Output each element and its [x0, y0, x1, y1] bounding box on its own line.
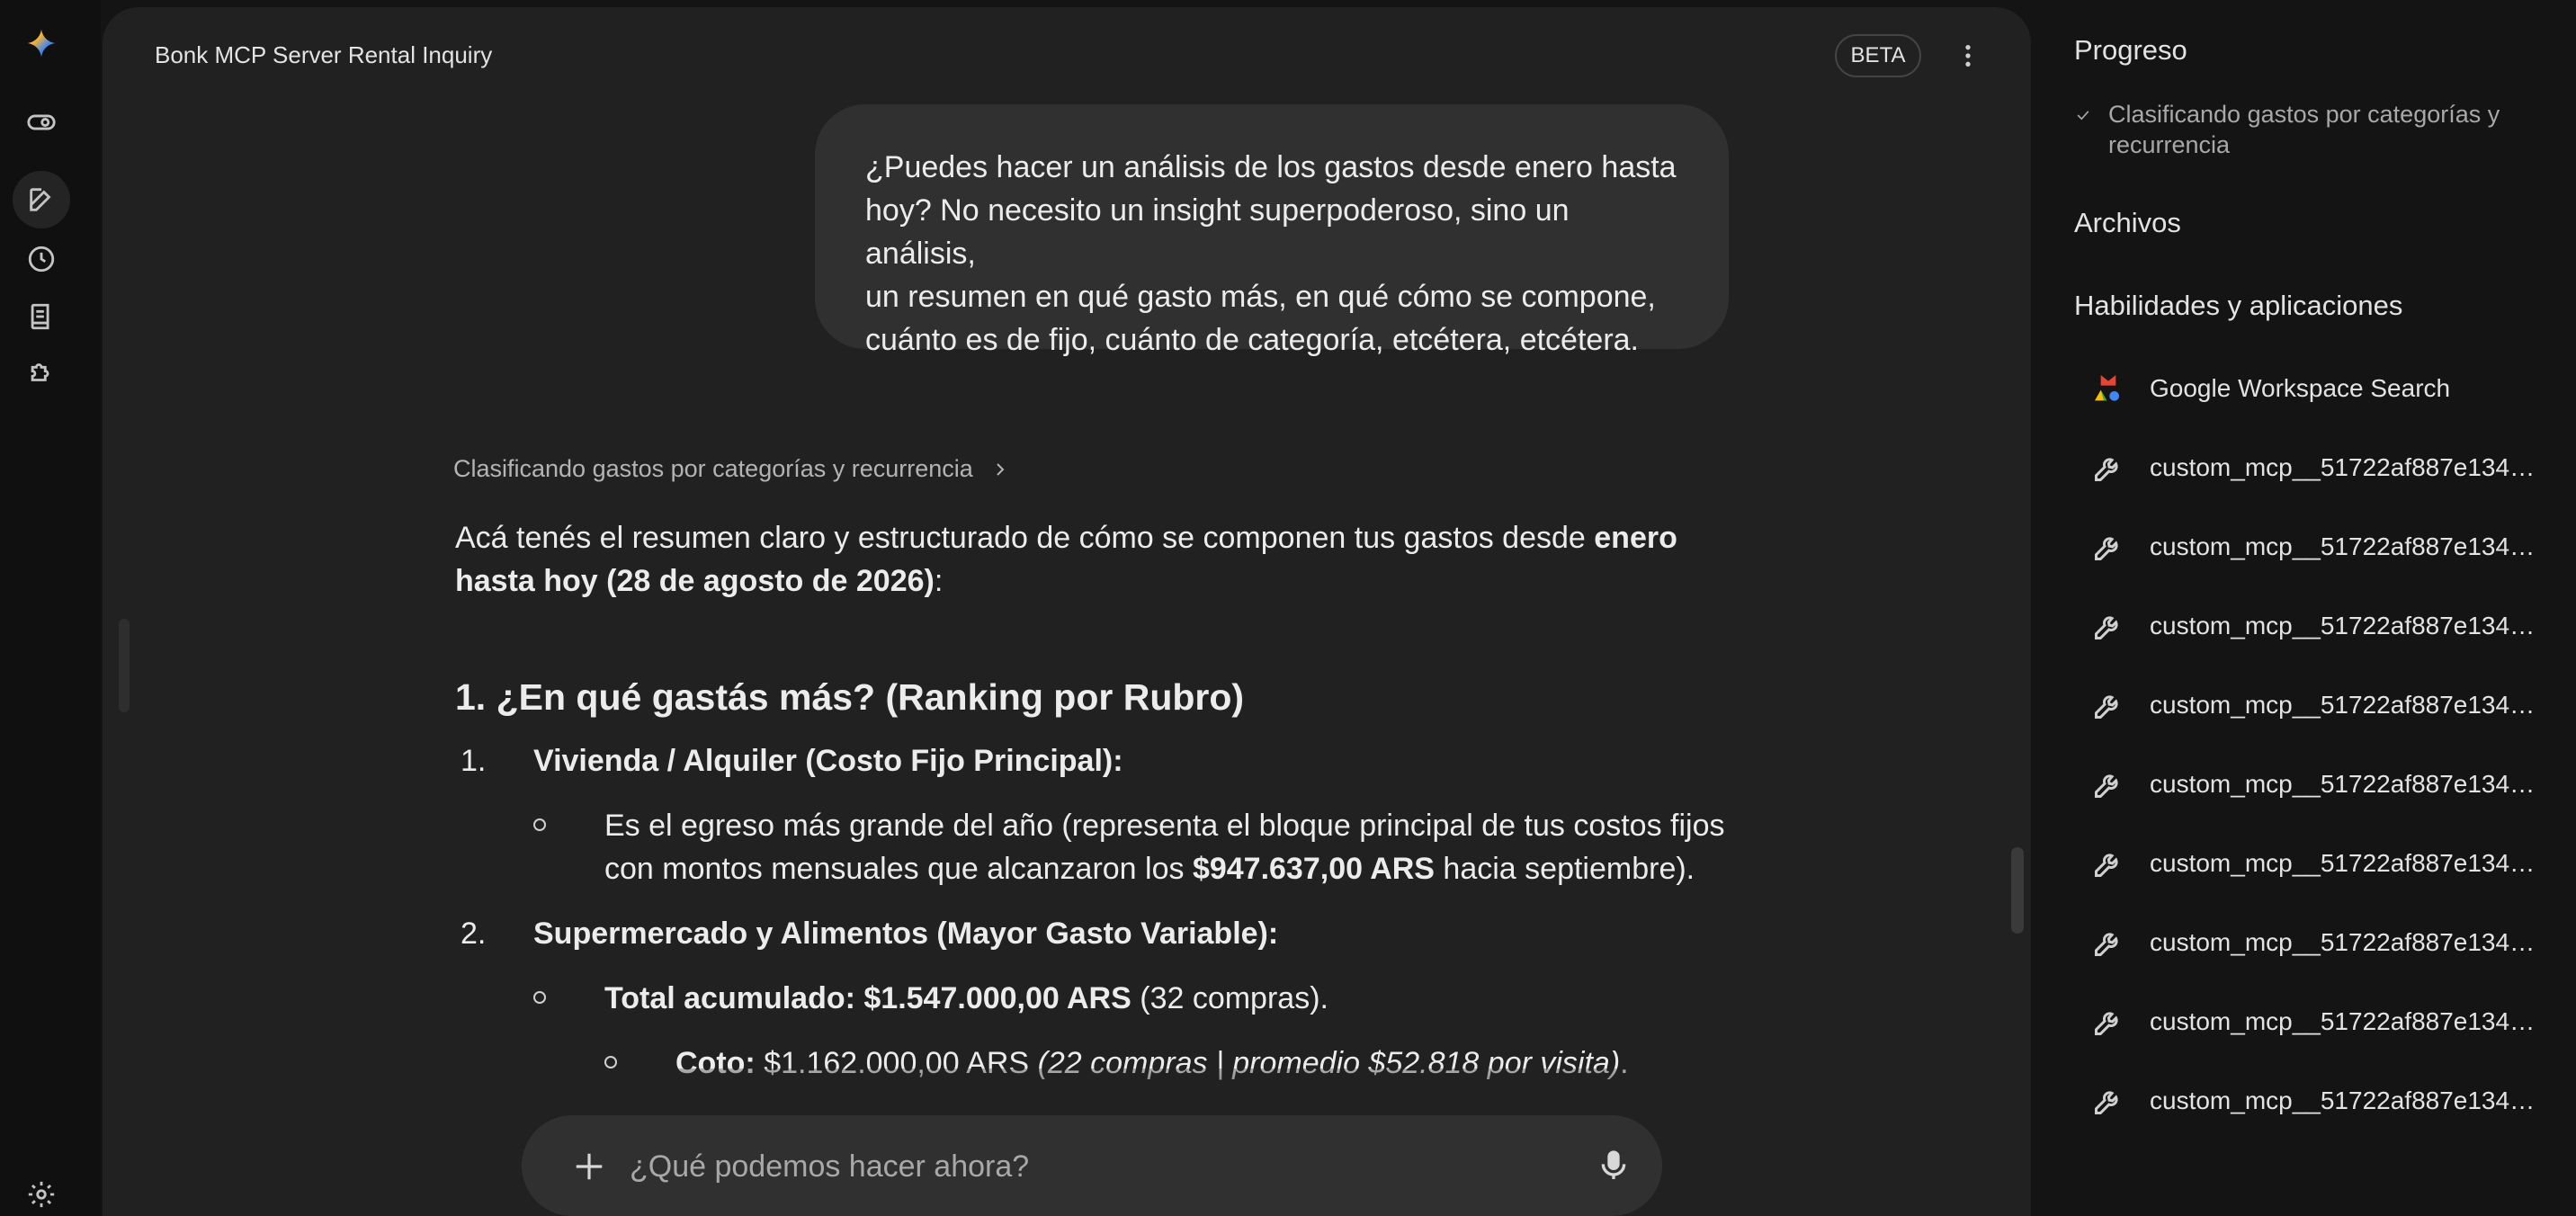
skill-item[interactable]: custom_mcp__51722af887e1345c0...	[2089, 443, 2574, 493]
section-heading: 1. ¿En qué gastás más? (Ranking por Rubr…	[455, 676, 1245, 718]
prompt-input[interactable]: ¿Qué podemos hacer ahora?	[630, 1149, 1029, 1185]
prompt-composer[interactable]: ¿Qué podemos hacer ahora?	[522, 1115, 1662, 1216]
files-title: Archivos	[2074, 207, 2181, 238]
list-number: 2.	[461, 916, 487, 951]
progress-item: Clasificando gastos por categorías y rec…	[2074, 99, 2560, 160]
item1-sub-text: con montos mensuales que alcanzaron los	[604, 852, 1193, 886]
user-message-line: un resumen en qué gasto más, en qué cómo…	[865, 280, 1656, 314]
conversation-title: Bonk MCP Server Rental Inquiry	[155, 41, 493, 68]
skills-title: Habilidades y aplicaciones	[2074, 290, 2403, 321]
user-message-line: ¿Puedes hacer un análisis de los gastos …	[865, 150, 1677, 184]
toggle-icon[interactable]	[13, 94, 70, 151]
bullet-circle	[533, 991, 546, 1004]
user-message-line: cuánto es de fijo, cuánto de categoría, …	[865, 323, 1639, 357]
skill-label: custom_mcp__51722af887e1345c0...	[2150, 849, 2545, 877]
item2-sub: Total acumulado: $1.547.000,00 ARS (32 c…	[604, 977, 1328, 1020]
item2-title: Supermercado y Alimentos (Mayor Gasto Va…	[533, 916, 1279, 951]
add-icon[interactable]	[572, 1149, 606, 1184]
wrench-icon	[2089, 844, 2128, 883]
skill-label: custom_mcp__51722af887e1345c0...	[2150, 1086, 2545, 1114]
skill-item[interactable]: custom_mcp__51722af887e1345c0...	[2089, 759, 2574, 809]
intro-bold-date: hasta hoy (28 de agosto de 2026)	[455, 564, 935, 598]
more-options-icon[interactable]	[1952, 40, 1984, 72]
wrench-icon	[2089, 606, 2128, 646]
intro-bold: enero	[1594, 521, 1677, 555]
side-panel: Progreso Clasificando gastos por categor…	[2031, 0, 2576, 1216]
answer-intro: Acá tenés el resumen claro y estructurad…	[455, 516, 1732, 603]
user-message-line: hoy? No necesito un insight superpoderos…	[865, 193, 1570, 271]
wrench-icon	[2089, 1081, 2128, 1121]
skill-label: custom_mcp__51722af887e1345c0...	[2150, 770, 2545, 798]
skill-item[interactable]: custom_mcp__51722af887e1345c0...	[2089, 917, 2574, 968]
chevron-right-icon	[997, 462, 1005, 476]
bullet-circle	[533, 818, 546, 831]
skill-label: custom_mcp__51722af887e1345c0...	[2150, 1007, 2545, 1035]
microphone-icon[interactable]	[1596, 1148, 1632, 1184]
item1-sub-line2: con montos mensuales que alcanzaron los …	[604, 847, 1695, 890]
skill-label: custom_mcp__51722af887e1345c0...	[2150, 612, 2545, 639]
progress-item-label: Clasificando gastos por categorías y rec…	[2108, 101, 2500, 158]
thinking-label: Clasificando gastos por categorías y rec…	[453, 455, 973, 482]
thinking-summary[interactable]: Clasificando gastos por categorías y rec…	[453, 455, 1011, 483]
item1-sub-amount: $947.637,00 ARS	[1192, 852, 1435, 886]
item1-sub-end: hacia septiembre).	[1434, 852, 1695, 886]
wrench-icon	[2089, 764, 2128, 804]
skill-label: custom_mcp__51722af887e1345c0...	[2150, 453, 2545, 481]
wrench-icon	[2089, 685, 2128, 725]
skill-item[interactable]: custom_mcp__51722af887e1345c0...	[2089, 1076, 2574, 1126]
chat-panel: Bonk MCP Server Rental Inquiry BETA ¿Pue…	[103, 7, 2031, 1216]
item2-sub-rest: (32 compras).	[1131, 981, 1328, 1015]
history-icon[interactable]	[13, 230, 70, 288]
beta-badge[interactable]: BETA	[1835, 34, 1921, 77]
list-item-title: Supermercado y Alimentos (Mayor Gasto Va…	[533, 912, 1278, 955]
skill-label: custom_mcp__51722af887e1345c0...	[2150, 691, 2545, 719]
item2-sub-bold: Total acumulado: $1.547.000,00 ARS	[604, 981, 1131, 1015]
skill-label: custom_mcp__51722af887e1345c0...	[2150, 928, 2545, 956]
wrench-icon	[2089, 1002, 2128, 1042]
intro-text: Acá tenés el resumen claro y estructurad…	[455, 521, 1595, 555]
wrench-icon	[2089, 527, 2128, 567]
skill-item[interactable]: custom_mcp__51722af887e1345c0...	[2089, 838, 2574, 889]
bullet-circle	[604, 1056, 617, 1068]
left-scrollbar[interactable]	[119, 619, 130, 712]
notebook-icon[interactable]	[13, 288, 70, 345]
skill-label: Google Workspace Search	[2150, 374, 2451, 402]
google-workspace-icon	[2089, 369, 2128, 408]
skill-item[interactable]: Google Workspace Search	[2089, 363, 2574, 414]
intro-end: :	[934, 564, 944, 598]
list-number: 1.	[461, 744, 487, 778]
check-icon	[2074, 99, 2096, 160]
right-scrollbar[interactable]	[2011, 847, 2024, 934]
wrench-icon	[2089, 923, 2128, 962]
list-item-title: Vivienda / Alquiler (Costo Fijo Principa…	[533, 739, 1123, 782]
content-fade	[103, 1068, 2031, 1122]
new-chat-icon[interactable]	[13, 171, 70, 228]
settings-icon[interactable]	[13, 1173, 70, 1216]
user-message: ¿Puedes hacer un análisis de los gastos …	[815, 104, 1729, 357]
left-rail	[0, 0, 101, 1216]
skill-item[interactable]: custom_mcp__51722af887e1345c0...	[2089, 680, 2574, 730]
skill-item[interactable]: custom_mcp__51722af887e1345c0...	[2089, 601, 2574, 651]
wrench-icon	[2089, 448, 2128, 487]
skill-item[interactable]: custom_mcp__51722af887e1345c0...	[2089, 997, 2574, 1047]
skill-label: custom_mcp__51722af887e1345c0...	[2150, 532, 2545, 560]
item1-title: Vivienda / Alquiler (Costo Fijo Principa…	[533, 744, 1123, 778]
progress-title: Progreso	[2074, 34, 2187, 66]
item1-sub-line1: Es el egreso más grande del año (represe…	[604, 809, 1725, 843]
skill-item[interactable]: custom_mcp__51722af887e1345c0...	[2089, 522, 2574, 572]
extensions-icon[interactable]	[13, 344, 70, 401]
gemini-logo-icon[interactable]	[13, 14, 70, 72]
